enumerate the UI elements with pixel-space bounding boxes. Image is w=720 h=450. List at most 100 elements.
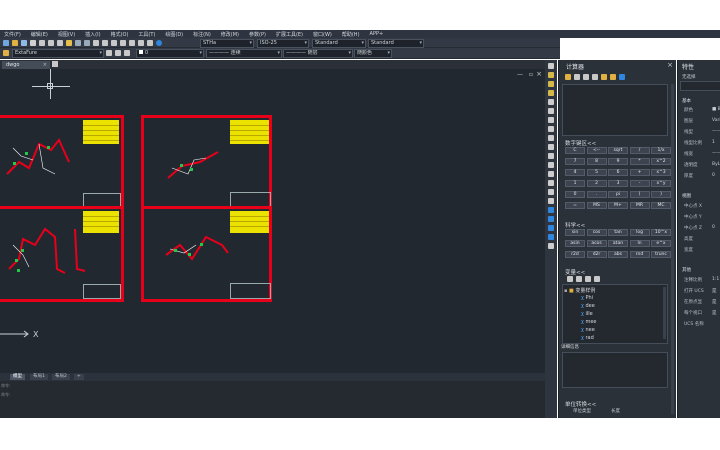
property-value[interactable]: Vari xyxy=(712,118,720,123)
menu-item[interactable]: 参数(P) xyxy=(249,31,266,38)
pan-icon[interactable] xyxy=(93,40,99,46)
calc-key[interactable]: 1/x xyxy=(651,147,671,154)
minimize-icon[interactable]: — xyxy=(517,71,523,78)
distance-icon[interactable] xyxy=(592,74,598,80)
variable-item[interactable]: χ mee xyxy=(581,319,597,325)
line-angle-icon[interactable] xyxy=(601,74,607,80)
variable-item[interactable]: χ ille xyxy=(581,311,593,317)
calc-key[interactable]: acos xyxy=(586,240,607,247)
calc-key[interactable]: asin xyxy=(565,240,585,247)
calc-key[interactable]: 0 xyxy=(565,191,585,198)
calc-key[interactable]: 6 xyxy=(608,169,628,176)
property-value[interactable]: 0 xyxy=(712,173,715,178)
property-value[interactable]: 0 xyxy=(712,225,715,230)
get-coord-icon[interactable] xyxy=(583,74,589,80)
calc-key[interactable]: sin xyxy=(565,229,585,236)
layout-tab[interactable]: 布局2 xyxy=(52,374,70,380)
unit-conversion-title[interactable]: 单位转换<< xyxy=(565,400,596,408)
calc-key[interactable]: 2 xyxy=(586,180,607,187)
tool-palette-icon[interactable] xyxy=(147,40,153,46)
layer-combo[interactable]: ExtaFure xyxy=(12,49,104,58)
table-style-combo[interactable]: Standard xyxy=(312,39,366,48)
calculator-history[interactable] xyxy=(562,84,668,136)
calc-key[interactable]: log xyxy=(629,229,650,236)
close-icon[interactable]: × xyxy=(43,61,47,69)
property-value[interactable]: ByL xyxy=(712,162,720,167)
close-icon[interactable]: × xyxy=(536,70,542,78)
calc-key[interactable]: 9 xyxy=(608,158,628,165)
rotate-icon[interactable] xyxy=(548,117,554,123)
calc-key[interactable]: x^y xyxy=(651,180,671,187)
property-value[interactable]: 1:1 xyxy=(712,277,719,282)
calc-key[interactable]: x^2 xyxy=(651,158,671,165)
redo-icon[interactable] xyxy=(84,40,90,46)
calc-key[interactable]: C xyxy=(565,147,585,154)
calc-key[interactable]: . xyxy=(586,191,607,198)
numpad-section-title[interactable]: 数字键区<< xyxy=(565,139,596,147)
layer-match-icon[interactable] xyxy=(124,50,130,56)
new-variable-icon[interactable] xyxy=(567,276,573,282)
layer-iso-icon[interactable] xyxy=(115,50,121,56)
variable-item[interactable]: χ rad xyxy=(581,335,594,341)
cut-icon[interactable] xyxy=(39,40,45,46)
calc-key[interactable]: 5 xyxy=(586,169,607,176)
calc-key[interactable]: 1 xyxy=(565,180,585,187)
zoom-window-icon[interactable] xyxy=(111,40,117,46)
chamfer-icon[interactable] xyxy=(548,180,554,186)
property-value[interactable]: 是 xyxy=(712,310,717,316)
view-section-title[interactable]: 视图 xyxy=(682,193,691,199)
calc-key[interactable]: 4 xyxy=(565,169,585,176)
variable-item[interactable]: χ dee xyxy=(581,303,595,309)
xref-icon[interactable] xyxy=(548,234,554,240)
variable-item[interactable]: χ nee xyxy=(581,327,595,333)
calc-key[interactable]: x^3 xyxy=(651,169,671,176)
variable-folder[interactable]: ▪ ■ 变量样例 xyxy=(564,287,595,294)
selection-combo[interactable]: 无选择 xyxy=(682,74,696,80)
menu-item[interactable]: 窗口(W) xyxy=(313,31,332,38)
attdef-icon[interactable] xyxy=(548,225,554,231)
variables-tree[interactable]: ▪ ■ 变量样例 χ Phi χ dee χ ille χ mee χ nee χ rad xyxy=(562,284,668,344)
menu-item[interactable]: 插入(I) xyxy=(85,31,100,38)
lineweight-combo[interactable]: ———— 随层 xyxy=(283,49,353,58)
calc-key[interactable]: 3 xyxy=(608,180,628,187)
save-icon[interactable] xyxy=(21,40,27,46)
stretch-icon[interactable] xyxy=(548,135,554,141)
design-center-icon[interactable] xyxy=(138,40,144,46)
calc-key[interactable]: sqrt xyxy=(608,147,628,154)
calc-key[interactable]: 7 xyxy=(565,158,585,165)
calc-key[interactable]: atan xyxy=(608,240,628,247)
menu-item[interactable]: 编辑(E) xyxy=(31,31,48,38)
block-icon[interactable] xyxy=(548,207,554,213)
trim-icon[interactable] xyxy=(548,144,554,150)
close-icon[interactable]: × xyxy=(667,61,673,69)
restore-icon[interactable]: ▫ xyxy=(529,71,533,78)
menu-item[interactable]: 标注(N) xyxy=(193,31,211,38)
calc-key[interactable]: e^x xyxy=(651,240,671,247)
help-icon[interactable] xyxy=(156,40,162,46)
unit-type-value[interactable]: 长度 xyxy=(611,408,620,414)
delete-variable-icon[interactable] xyxy=(594,276,600,282)
calc-key[interactable]: ln xyxy=(629,240,650,247)
calc-key[interactable]: MR xyxy=(629,202,650,209)
intersection-icon[interactable] xyxy=(610,74,616,80)
copy-object-icon[interactable] xyxy=(548,72,554,78)
dim-style-combo[interactable]: ISO-25 xyxy=(257,39,309,48)
zoom-prev-icon[interactable] xyxy=(120,40,126,46)
command-window[interactable]: 命令: 命令: xyxy=(0,381,545,418)
calc-key[interactable]: 10^x xyxy=(651,229,671,236)
undo-icon[interactable] xyxy=(75,40,81,46)
menu-item[interactable]: 视图(V) xyxy=(58,31,75,38)
paste-icon[interactable] xyxy=(57,40,63,46)
layout-tab[interactable]: 布局1 xyxy=(30,374,48,380)
calc-key[interactable]: MC xyxy=(651,202,671,209)
layout-tab[interactable]: 模型 xyxy=(10,374,25,380)
property-value[interactable]: 1 xyxy=(712,140,715,145)
join-icon[interactable] xyxy=(548,171,554,177)
copy-icon[interactable] xyxy=(48,40,54,46)
break-icon[interactable] xyxy=(548,162,554,168)
calc-key[interactable]: tan xyxy=(608,229,628,236)
properties-icon[interactable] xyxy=(129,40,135,46)
print-icon[interactable] xyxy=(30,40,36,46)
menu-item[interactable]: APP+ xyxy=(370,31,384,37)
calc-key[interactable]: / xyxy=(629,147,650,154)
